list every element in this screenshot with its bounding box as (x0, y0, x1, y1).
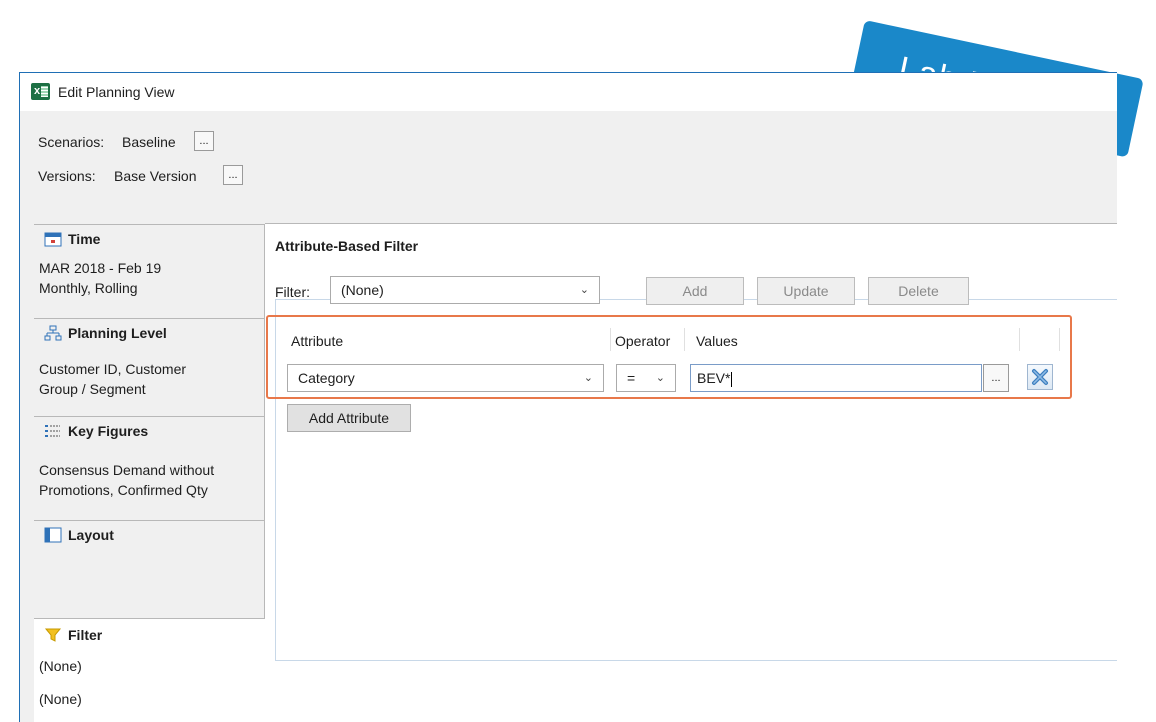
settings-sidebar: Time MAR 2018 - Feb 19 Monthly, Rolling … (34, 224, 265, 722)
time-period-text: Monthly, Rolling (39, 280, 138, 296)
key-figures-text-2: Promotions, Confirmed Qty (39, 482, 208, 498)
versions-label: Versions: (38, 168, 96, 184)
filter-label: Filter: (275, 284, 310, 300)
filter-icon (44, 627, 62, 646)
update-button[interactable]: Update (757, 277, 855, 305)
add-button[interactable]: Add (646, 277, 744, 305)
sidebar-item-label: Key Figures (68, 423, 149, 440)
filter-text-1: (None) (39, 658, 82, 674)
sidebar-item-label: Planning Level (68, 325, 167, 342)
planning-level-text-2: Group / Segment (39, 381, 146, 397)
title-bar: x Edit Planning View (20, 73, 1117, 111)
filter-dropdown[interactable]: (None) ⌄ (330, 276, 600, 304)
scenarios-label: Scenarios: (38, 134, 105, 150)
planning-level-text-1: Customer ID, Customer (39, 361, 187, 377)
sidebar-item-label: Layout (68, 527, 114, 544)
filter-dropdown-value: (None) (341, 282, 384, 298)
chevron-down-icon: ⌄ (579, 284, 589, 296)
attribute-filter-heading: Attribute-Based Filter (275, 238, 419, 254)
filter-text-2: (None) (39, 691, 82, 707)
excel-icon: x (31, 83, 50, 100)
layout-icon (44, 527, 62, 546)
list-icon (44, 423, 62, 442)
window-title: Edit Planning View (58, 84, 175, 100)
time-range-text: MAR 2018 - Feb 19 (39, 260, 162, 276)
add-attribute-button[interactable]: Add Attribute (287, 404, 411, 432)
key-figures-text-1: Consensus Demand without (39, 462, 215, 478)
sidebar-item-layout[interactable]: Layout (34, 521, 265, 619)
versions-browse-button[interactable]: ... (223, 165, 243, 185)
scenarios-browse-button[interactable]: ... (194, 131, 214, 151)
sidebar-item-key-figures[interactable]: Key Figures Consensus Demand without Pro… (34, 417, 265, 521)
sidebar-item-label: Filter (68, 627, 103, 644)
delete-button[interactable]: Delete (868, 277, 969, 305)
sidebar-item-filter[interactable]: Filter (None) (None) (34, 619, 265, 722)
hierarchy-icon (44, 325, 62, 344)
sidebar-item-label: Time (68, 231, 101, 248)
sidebar-item-planning-level[interactable]: Planning Level Customer ID, Customer Gro… (34, 319, 265, 417)
versions-value: Base Version (114, 168, 197, 184)
scenarios-value: Baseline (122, 134, 176, 150)
attribute-row-highlight (266, 315, 1072, 399)
calendar-icon (44, 231, 62, 250)
sidebar-item-time[interactable]: Time MAR 2018 - Feb 19 Monthly, Rolling (34, 224, 265, 319)
